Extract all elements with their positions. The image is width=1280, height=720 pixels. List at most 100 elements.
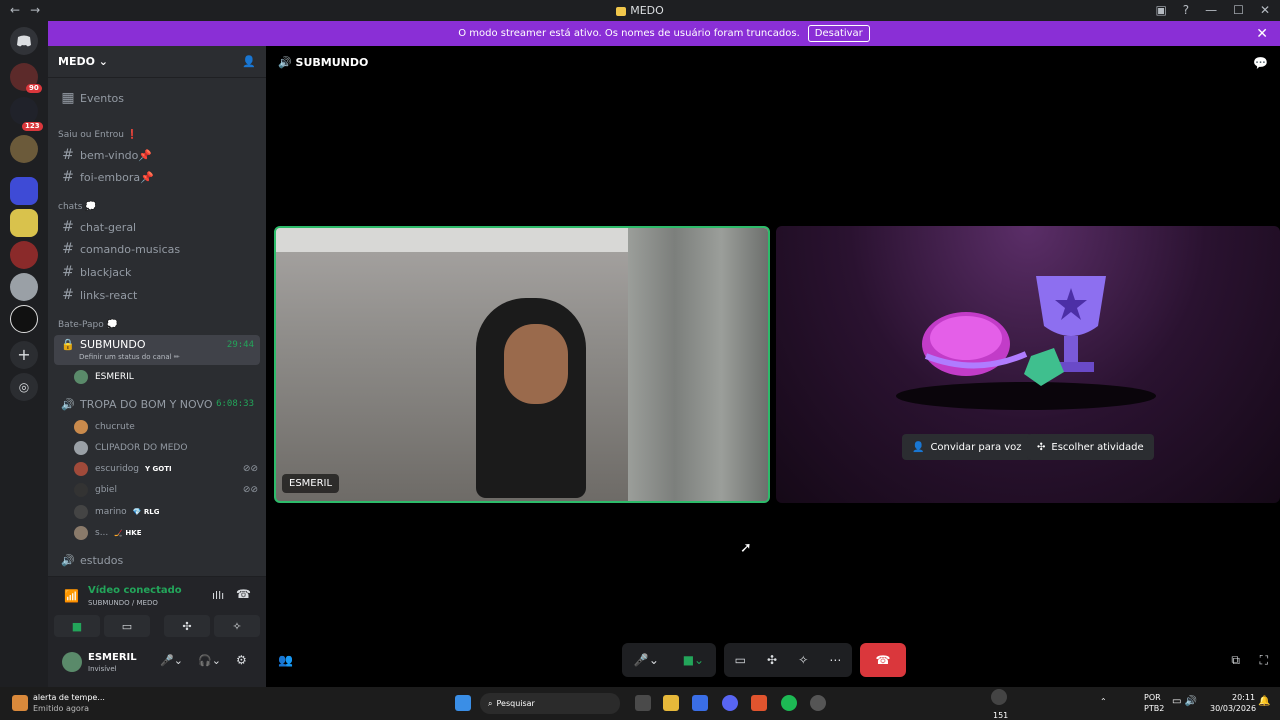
hash-icon: # xyxy=(62,219,74,235)
server-icon[interactable] xyxy=(10,209,38,237)
voice-user[interactable]: marino 💎 RLG xyxy=(74,502,159,522)
chat-count: 151 xyxy=(993,711,1009,720)
close-icon[interactable]: ✕ xyxy=(1256,26,1268,42)
noise-suppression-icon[interactable]: ıllı xyxy=(212,589,224,602)
connection-status[interactable]: Vídeo conectado xyxy=(88,585,182,596)
notification-title[interactable]: alerta de tempe... xyxy=(33,693,105,702)
activity-tile[interactable]: 👤 Convidar para voz ✣ Escolher atividade xyxy=(776,226,1280,503)
banner-text: O modo streamer está ativo. Os nomes de … xyxy=(458,28,800,39)
channel-status[interactable]: Definir um status do canal ✏ xyxy=(79,353,180,361)
camera-icon[interactable]: ■⌄ xyxy=(683,653,704,667)
server-icon[interactable] xyxy=(10,97,38,125)
add-people-icon[interactable]: 👥 xyxy=(278,653,293,667)
text-channel[interactable]: # bem-vindo📌 xyxy=(54,145,260,165)
inbox-icon[interactable]: ▣ xyxy=(1155,3,1166,17)
category-header[interactable]: Saiu ou Entrou ❗ xyxy=(58,130,138,140)
spotify-icon[interactable] xyxy=(781,695,797,711)
server-icon[interactable] xyxy=(10,241,38,269)
connection-location[interactable]: SUBMUNDO / MEDO xyxy=(88,599,158,607)
voice-user[interactable]: CLIPADOR DO MEDO xyxy=(74,438,187,458)
minimize-button[interactable]: — xyxy=(1205,3,1217,17)
voice-channel-active[interactable]: 🔒 SUBMUNDO 29:44 Definir um status do ca… xyxy=(54,335,260,365)
video-tile[interactable]: ESMERIL xyxy=(274,226,770,503)
server-icon[interactable] xyxy=(10,305,38,333)
hash-icon: # xyxy=(62,169,74,185)
server-icon[interactable] xyxy=(10,135,38,163)
notification-bell-icon[interactable]: 🔔 xyxy=(1258,696,1270,707)
server-emoji-icon xyxy=(616,6,627,16)
text-channel[interactable]: # chat-geral xyxy=(54,217,260,237)
voice-channel[interactable]: 🔊 estudos xyxy=(54,550,260,570)
soundboard-button[interactable]: ✧ xyxy=(214,615,260,637)
discover-icon[interactable]: ◎ xyxy=(10,373,38,401)
voice-user[interactable]: ESMERIL■ xyxy=(74,367,280,387)
text-channel[interactable]: # links-react xyxy=(54,285,260,305)
category-header[interactable]: chats 💭 xyxy=(58,202,96,212)
taskbar-search[interactable]: ⌕ Pesquisar xyxy=(480,693,620,714)
microphone-icon[interactable]: 🎤⌄ xyxy=(634,653,659,667)
close-button[interactable]: ✕ xyxy=(1260,3,1270,17)
voice-user[interactable]: escuridog Y GOTI ⊘⊘ xyxy=(74,459,258,479)
user-panel: ESMERIL Invisível 🎤⌄ 🎧⌄ ⚙ xyxy=(48,642,266,687)
camera-button[interactable]: ■ xyxy=(54,615,100,637)
weather-alert-icon[interactable] xyxy=(12,695,28,711)
fullscreen-icon[interactable]: ⛶ xyxy=(1260,653,1268,668)
streamer-mode-banner: O modo streamer está ativo. Os nomes de … xyxy=(48,21,1280,46)
soundboard-icon[interactable]: ✧ xyxy=(798,653,808,667)
folder-icon[interactable] xyxy=(10,177,38,205)
language[interactable]: POR xyxy=(1144,693,1161,702)
voice-channel[interactable]: 🔊 TROPA DO BOM Y NOVO 6:08:33 xyxy=(54,394,260,414)
avatar[interactable] xyxy=(62,652,82,672)
notification-subtitle: Emitido agora xyxy=(33,704,90,713)
clock-time[interactable]: 20:11 xyxy=(1232,693,1255,702)
network-volume-icon[interactable]: ▭ 🔊 xyxy=(1172,696,1197,707)
title-bar: ← → MEDO ▣ ? — ☐ ✕ xyxy=(0,0,1280,21)
mouse-cursor-icon: ➚ xyxy=(740,540,752,556)
events-item[interactable]: ▦ Eventos xyxy=(54,88,260,108)
voice-stage: 🔊 SUBMUNDO 💬 ESMERIL 👤 Convidar para voz … xyxy=(266,46,1280,687)
voice-user[interactable]: chucrute xyxy=(74,417,135,437)
choose-activity-button[interactable]: ✣ Escolher atividade xyxy=(1027,434,1154,460)
file-explorer-icon[interactable] xyxy=(663,695,679,711)
server-icon[interactable] xyxy=(10,273,38,301)
screen-share-button[interactable]: ▭ xyxy=(104,615,150,637)
more-icon[interactable]: ⋯ xyxy=(829,653,841,667)
clock-date[interactable]: 30/03/2026 xyxy=(1210,704,1256,713)
screen-share-icon[interactable]: ▭ xyxy=(735,653,746,667)
server-header[interactable]: MEDO ⌄ 👤 xyxy=(48,46,266,78)
task-view-icon[interactable] xyxy=(635,695,651,711)
lock-icon: 🔒 xyxy=(61,338,75,351)
activity-icon[interactable]: ✣ xyxy=(767,653,777,667)
chevron-up-icon[interactable]: ⌃ xyxy=(1100,697,1107,706)
chat-bubble-icon[interactable] xyxy=(991,689,1007,705)
popout-icon[interactable]: ⧉ xyxy=(1231,653,1240,668)
keyboard-layout[interactable]: PTB2 xyxy=(1144,704,1164,713)
invite-to-voice-button[interactable]: 👤 Convidar para voz xyxy=(902,434,1032,460)
help-icon[interactable]: ? xyxy=(1183,3,1189,17)
username[interactable]: ESMERIL xyxy=(88,652,137,663)
steam-icon[interactable] xyxy=(810,695,826,711)
add-member-icon[interactable]: 👤 xyxy=(242,55,256,68)
settings-icon[interactable]: ⚙ xyxy=(236,653,247,667)
microphone-icon[interactable]: 🎤⌄ xyxy=(160,654,183,667)
category-header[interactable]: Bate-Papo 💭 xyxy=(58,320,118,330)
add-server-icon[interactable]: + xyxy=(10,341,38,369)
voice-user[interactable]: gbiel ⊘⊘ xyxy=(74,480,258,500)
add-user-icon: 👤 xyxy=(912,441,925,453)
disconnect-icon[interactable]: ☎ xyxy=(236,587,251,601)
text-channel[interactable]: # blackjack xyxy=(54,262,260,282)
chat-icon[interactable]: 💬 xyxy=(1253,56,1268,70)
maximize-button[interactable]: ☐ xyxy=(1233,3,1244,17)
brave-icon[interactable] xyxy=(751,695,767,711)
text-channel[interactable]: # comando-musicas xyxy=(54,239,260,259)
headphones-icon[interactable]: 🎧⌄ xyxy=(198,654,221,667)
activity-button[interactable]: ✣ xyxy=(164,615,210,637)
store-icon[interactable] xyxy=(692,695,708,711)
text-channel[interactable]: # foi-embora📌 xyxy=(54,167,260,187)
discord-icon[interactable] xyxy=(722,695,738,711)
windows-start-icon[interactable] xyxy=(455,695,471,711)
home-button[interactable] xyxy=(10,27,38,55)
voice-user[interactable]: s... 🏒 HKE xyxy=(74,523,142,543)
disable-button[interactable]: Desativar xyxy=(807,25,870,42)
hang-up-button[interactable]: ☎ xyxy=(860,643,906,677)
